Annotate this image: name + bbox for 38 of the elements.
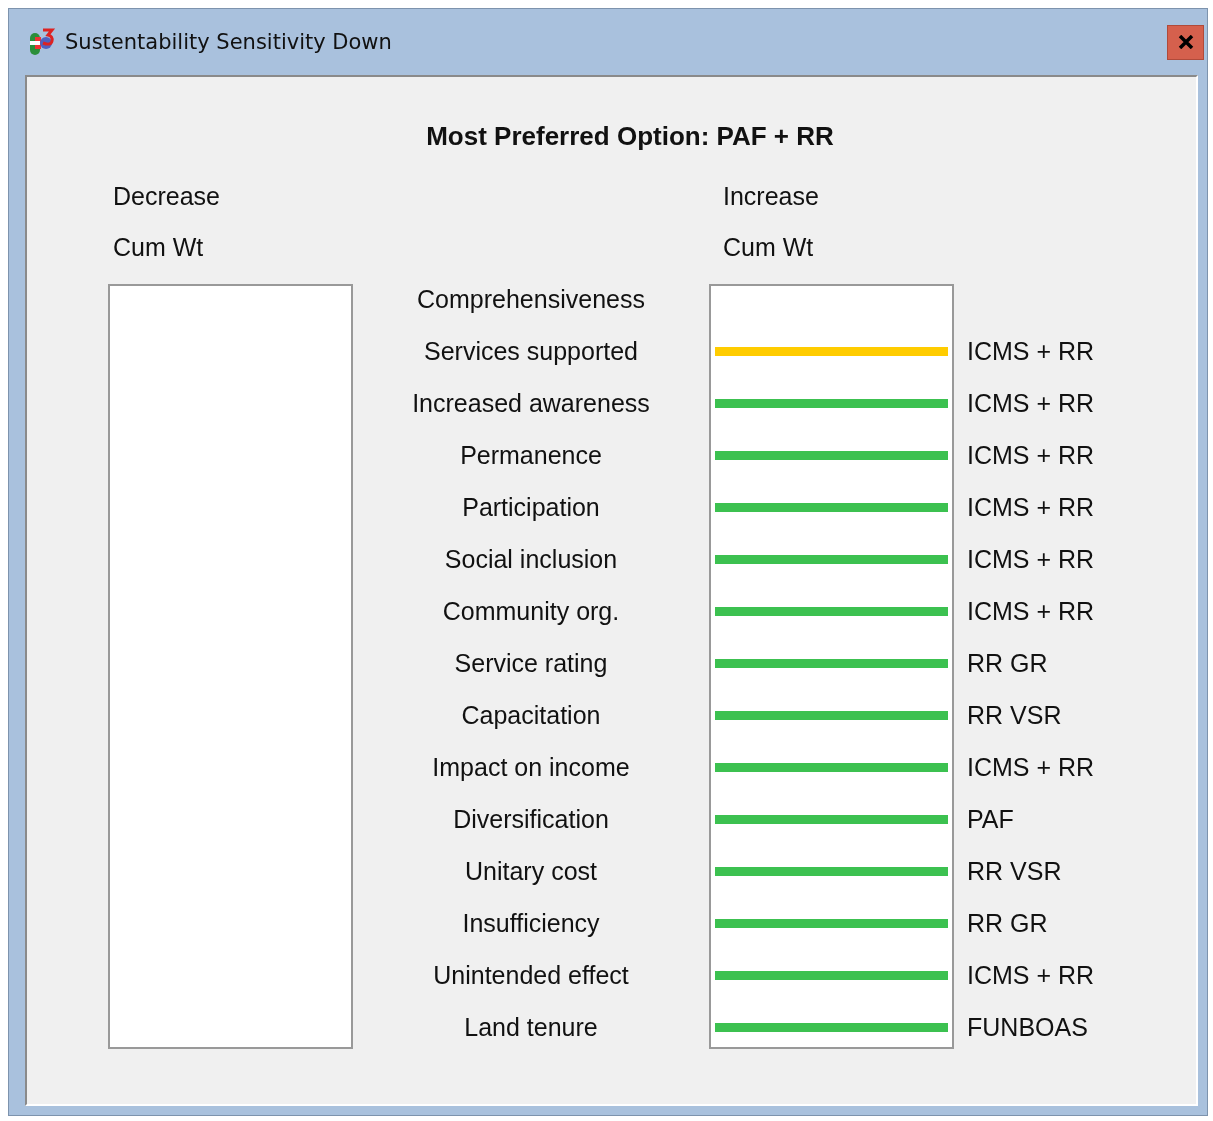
option-label: PAF: [966, 804, 1015, 834]
column-header: Cum Wt: [113, 232, 205, 263]
chart-heading: Most Preferred Option: PAF + RR: [425, 121, 835, 153]
criterion-label: Capacitation: [461, 700, 601, 730]
option-label: ICMS + RR: [966, 388, 1096, 418]
criterion-label: Participation: [462, 492, 600, 522]
option-label: ICMS + RR: [966, 492, 1096, 522]
criterion-label: Land tenure: [464, 1012, 598, 1042]
column-header: Decrease: [113, 181, 221, 212]
close-button[interactable]: [1167, 24, 1204, 60]
criterion-label: Comprehensiveness: [417, 284, 645, 314]
criterion-label: Social inclusion: [444, 544, 618, 574]
app-logo-icon: [27, 27, 57, 57]
option-label: RR VSR: [966, 856, 1063, 886]
option-label: ICMS + RR: [966, 960, 1096, 990]
option-label: ICMS + RR: [966, 440, 1096, 470]
option-label: RR GR: [966, 648, 1049, 678]
criterion-label: Unitary cost: [465, 856, 597, 886]
option-label: RR GR: [966, 908, 1049, 938]
criterion-label: Services supported: [424, 336, 638, 366]
option-label: ICMS + RR: [966, 596, 1096, 626]
criterion-label: Service rating: [454, 648, 608, 678]
option-label: ICMS + RR: [966, 336, 1096, 366]
close-icon: [1177, 35, 1194, 49]
option-label: ICMS + RR: [966, 544, 1096, 574]
criterion-label: Unintended effect: [433, 960, 629, 990]
criterion-label: Diversification: [453, 804, 609, 834]
option-label: FUNBOAS: [966, 1012, 1089, 1042]
criterion-label: Increased awareness: [412, 388, 650, 418]
column-header: Increase: [723, 181, 820, 212]
criterion-label: Impact on income: [432, 752, 630, 782]
option-label: ICMS + RR: [966, 752, 1096, 782]
column-header: Cum Wt: [723, 232, 815, 263]
window-title: Sustentability Sensitivity Down: [65, 30, 393, 54]
criterion-label: Insufficiency: [462, 908, 600, 938]
criterion-label: Permanence: [460, 440, 602, 470]
option-label: RR VSR: [966, 700, 1063, 730]
criterion-label: Community org.: [442, 596, 620, 626]
